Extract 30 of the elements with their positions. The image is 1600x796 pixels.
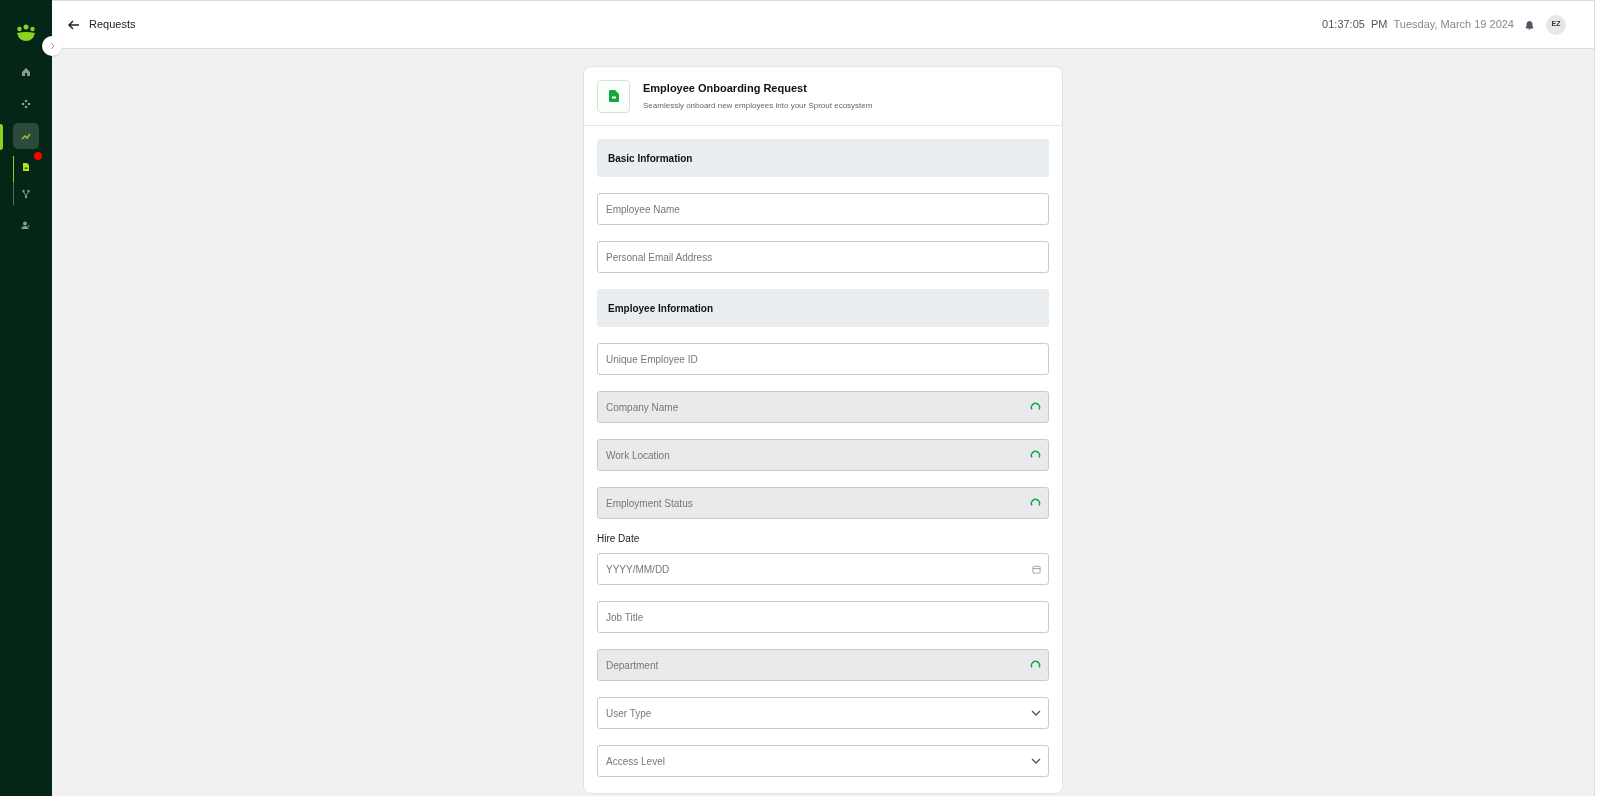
date-field[interactable]: YYYY/MM/DD — [597, 553, 1049, 585]
chevron-down-icon — [1031, 758, 1041, 764]
back-button[interactable] — [68, 19, 80, 30]
field-label: Hire Date — [597, 532, 641, 546]
input-field[interactable]: Unique Employee ID — [597, 343, 1049, 375]
expand-button[interactable] — [42, 36, 62, 56]
section-header: Employee Information — [597, 289, 1049, 327]
chevron-right-icon — [48, 42, 56, 50]
logo-icon — [16, 24, 36, 42]
input-field[interactable]: Job Title — [597, 601, 1049, 633]
form-title: Employee Onboarding Request — [643, 81, 808, 97]
dropdown-field[interactable]: Access Level — [597, 745, 1049, 777]
branch-icon — [21, 189, 31, 199]
dropdown-field[interactable]: User Type — [597, 697, 1049, 729]
home-icon — [21, 67, 31, 77]
date-text: Tuesday, March 19 2024 — [1393, 17, 1514, 33]
user-icon — [21, 220, 31, 230]
clock-time: 01:37:05 PM — [1322, 17, 1388, 33]
page-title: Requests — [89, 17, 136, 33]
form-subtitle: Seamlessly onboard new employees into your Sprout ecosystem — [643, 99, 873, 112]
nodes-icon — [21, 99, 31, 109]
chevron-down-icon — [1031, 710, 1041, 716]
input-field[interactable]: Personal Email Address — [597, 241, 1049, 273]
sidebar-item[interactable] — [13, 123, 39, 149]
notification-bell-icon[interactable] — [1525, 19, 1534, 30]
section-header: Basic Information — [597, 139, 1049, 177]
line-chart-icon — [21, 131, 31, 141]
document-icon — [608, 90, 619, 102]
document-icon — [21, 162, 31, 172]
input-field[interactable]: Employee Name — [597, 193, 1049, 225]
